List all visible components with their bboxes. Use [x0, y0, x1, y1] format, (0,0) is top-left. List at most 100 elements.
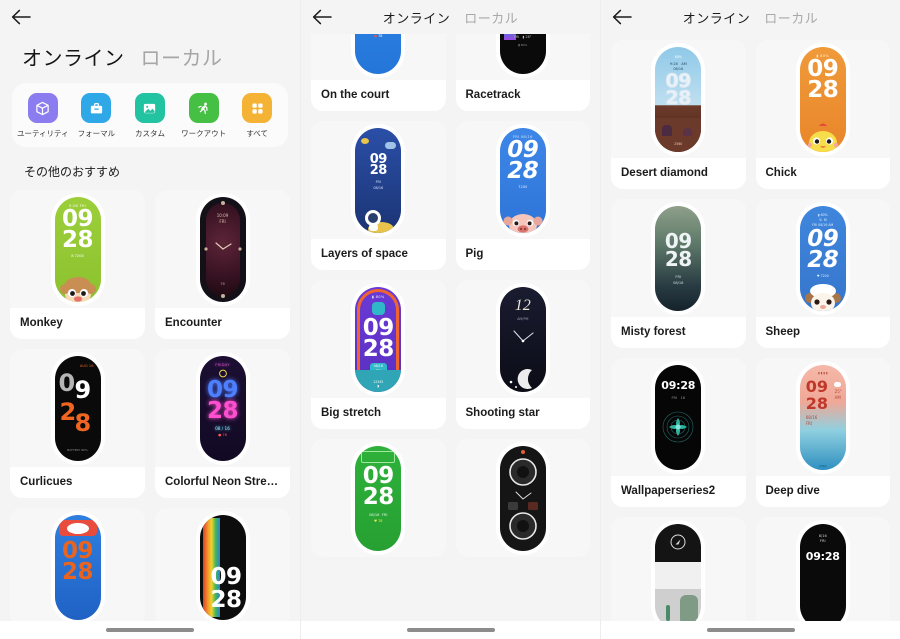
- phone-panel-1: オンライン ローカル ユーティリティ フォーマル カスタム ワークアウト すべて その他…: [0, 0, 300, 639]
- watchface-card[interactable]: 09 28: [155, 508, 290, 627]
- panel-3-tabs: オンライン ローカル: [601, 0, 900, 34]
- watchface-art: FRIDAY 09 28 08 / 16 ● 78: [155, 349, 290, 468]
- watchface-art: 09 28 FRI 08/16: [311, 121, 446, 239]
- watchface-preview: ▮ 80%092808/16FRI12345▮: [355, 286, 402, 392]
- watchface-art: 80% 9:28 AM 08/16 09 28 2560: [611, 40, 746, 158]
- three-phone-screenshots: オンライン ローカル ユーティリティ フォーマル カスタム ワークアウト すべて その他…: [0, 0, 900, 639]
- panel-1-scroll-area[interactable]: 9:28 FRI 09 28 8 7200 Monkey 10:09 FRI 76 Encoun…: [0, 190, 300, 639]
- watchface-card[interactable]: 12 AM/PM Shooting star: [455, 280, 590, 429]
- watchface-label: Big stretch: [311, 398, 446, 429]
- section-title-recommended: その他のおすすめ: [24, 165, 121, 180]
- panel-1-header: オンライン ローカル ユーティリティ フォーマル カスタム ワークアウト すべて その他…: [0, 0, 300, 191]
- watchface-card[interactable]: AUG 16 0 9 2 8 BATTERY 80% Curlicues: [10, 349, 145, 499]
- panel-2-header: オンライン ローカル: [301, 0, 600, 34]
- watchface-art: 09 28: [155, 508, 290, 627]
- watchface-label: Colorful Neon Street Lig…: [155, 467, 290, 499]
- panel-2-tabs: オンライン ローカル: [301, 0, 600, 34]
- watchface-label: Encounter: [155, 308, 290, 340]
- grid-icon: [242, 93, 273, 123]
- category-label: ユーティリティ: [16, 129, 69, 138]
- watchface-art: [455, 439, 590, 557]
- watchface-preview: 09 28 FRI 08/16: [355, 127, 402, 233]
- panel-3-scroll-area[interactable]: 80% 9:28 AM 08/16 09 28 2560 Desert diamond ▮ 8…: [601, 34, 900, 639]
- watchface-card[interactable]: FRI 08/16 09 28 7200 Pig: [455, 121, 590, 270]
- watchface-preview: ▮ 80%% ₪ FRI 08/16 AM 09 28 ♥ 7200: [799, 205, 846, 311]
- watchface-art: [611, 517, 746, 635]
- watchface-label: On the court: [311, 80, 446, 111]
- watchface-card[interactable]: [611, 517, 746, 635]
- watchface-card[interactable]: 09 28 FRI 08/16 Misty forest: [611, 199, 746, 348]
- tab-online[interactable]: オンライン: [383, 8, 451, 27]
- watchface-preview: 9:28 FRI 09 28 8 7200: [54, 196, 101, 302]
- home-indicator-2: [406, 628, 495, 632]
- watchface-card[interactable]: ▮ 80%092808/16FRI12345▮ Big stretch: [311, 280, 446, 429]
- watchface-art: 092808/16 FRI● 78: [311, 34, 446, 80]
- watchface-grid-1: 9:28 FRI 09 28 8 7200 Monkey 10:09 FRI 76 Encoun…: [0, 190, 300, 627]
- tab-local[interactable]: ローカル: [764, 8, 818, 27]
- watchface-art: 09:28 FRI 16: [611, 358, 746, 476]
- category-label: すべて: [246, 129, 269, 138]
- watchface-preview: FRI 08/16 09 28 7200: [499, 127, 546, 233]
- watchface-preview: 092808/16 FRI● 78: [355, 34, 402, 74]
- back-arrow-icon[interactable]: [601, 0, 643, 34]
- category-label: カスタム: [134, 129, 165, 138]
- tab-local[interactable]: ローカル: [141, 42, 223, 71]
- watchface-preview: ▮ 80% 09 28: [799, 46, 846, 152]
- back-arrow-icon[interactable]: [301, 0, 343, 34]
- watchface-card[interactable]: 80% 9:28 AM 08/16 09 28 2560 Desert diamond: [611, 40, 746, 189]
- panel-3-header: オンライン ローカル: [601, 0, 900, 34]
- watchface-art: ▮ 80% 09 28: [755, 40, 890, 158]
- watchface-art: 12 AM/PM: [455, 280, 590, 398]
- watchface-label: Misty forest: [611, 317, 746, 348]
- watchface-card[interactable]: ▮ ▮ ▮ ▮ 09 28 25° AM 08/16 FRI 2560 Deep dive: [755, 358, 890, 507]
- phone-panel-2: オンライン ローカル 092808/16 FRI● 78 On the court…: [300, 0, 600, 639]
- watchface-card[interactable]: 092808/16 AMFRI ▮ 28°▮ 80% Racetrack: [455, 34, 590, 111]
- watchface-card[interactable]: 9:28 FRI 09 28 8 7200 Monkey: [10, 190, 145, 340]
- category-2[interactable]: フォーマル: [70, 93, 124, 139]
- watchface-card[interactable]: 10:09 FRI 76 Encounter: [155, 190, 290, 340]
- watchface-art: 09 28 FRI 08/16: [611, 199, 746, 317]
- watchface-preview: 8/16 FRI 09:28: [799, 523, 846, 629]
- watchface-art: 092808/16 AMFRI ▮ 28°▮ 80%: [455, 34, 590, 80]
- watchface-art: 09 28 08/16 FRI ♥ 78: [311, 439, 446, 557]
- watchface-art: FRI 08/16 09 28 7200: [455, 121, 590, 239]
- watchface-card[interactable]: 09 28 FRI 08/16 Layers of space: [311, 121, 446, 270]
- watchface-card[interactable]: [455, 439, 590, 557]
- watchface-preview: AUG 16 0 9 2 8 BATTERY 80%: [54, 355, 101, 461]
- tab-online[interactable]: オンライン: [683, 8, 751, 27]
- watchface-preview: 09 28: [54, 514, 101, 620]
- watchface-card[interactable]: FRIDAY 09 28 08 / 16 ● 78 Colorful Neon Stree…: [155, 349, 290, 499]
- watchface-art: 9:28 FRI 09 28 8 7200: [10, 190, 145, 309]
- watchface-card[interactable]: 092808/16 FRI● 78 On the court: [311, 34, 446, 111]
- watchface-label: Sheep: [755, 317, 890, 348]
- watchface-label: Racetrack: [455, 80, 590, 111]
- image-icon: [134, 93, 165, 123]
- watchface-card[interactable]: ▮ 80% 09 28 Chick: [755, 40, 890, 189]
- category-bar: ユーティリティ フォーマル カスタム ワークアウト すべて: [12, 83, 288, 148]
- watchface-label: Deep dive: [755, 476, 890, 507]
- watchface-preview: 09 28 FRI 08/16: [655, 205, 702, 311]
- category-1[interactable]: ユーティリティ: [16, 93, 70, 139]
- watchface-card[interactable]: 8/16 FRI 09:28: [755, 517, 890, 635]
- watchface-card[interactable]: 09 28 08/16 FRI ♥ 78: [311, 439, 446, 557]
- watchface-label: Layers of space: [311, 239, 446, 270]
- panel-2-scroll-area[interactable]: 092808/16 FRI● 78 On the court 092808/16 A…: [301, 34, 600, 639]
- watchface-grid-2: 092808/16 FRI● 78 On the court 092808/16 A…: [301, 34, 600, 557]
- watchface-preview: [655, 523, 702, 629]
- watchface-card[interactable]: ▮ 80%% ₪ FRI 08/16 AM 09 28 ♥ 7200 Sheep: [755, 199, 890, 348]
- home-indicator-1: [106, 628, 194, 632]
- watchface-card[interactable]: 09 28: [10, 508, 145, 627]
- tab-local[interactable]: ローカル: [464, 8, 518, 27]
- category-3[interactable]: カスタム: [123, 93, 177, 139]
- category-4[interactable]: ワークアウト: [177, 93, 231, 139]
- watchface-card[interactable]: 09:28 FRI 16 Wallpaperseries2: [611, 358, 746, 507]
- watchface-preview: 09:28 FRI 16: [655, 364, 702, 470]
- watchface-label: Monkey: [10, 308, 145, 340]
- watchface-label: Chick: [755, 158, 890, 189]
- watchface-preview: [499, 445, 546, 551]
- tab-online[interactable]: オンライン: [22, 42, 125, 71]
- phone-panel-3: オンライン ローカル 80% 9:28 AM 08/16 09 28 2560 Desert…: [600, 0, 900, 639]
- back-arrow-icon[interactable]: [0, 0, 42, 34]
- category-5[interactable]: すべて: [230, 93, 284, 139]
- watchface-label: Shooting star: [455, 398, 590, 429]
